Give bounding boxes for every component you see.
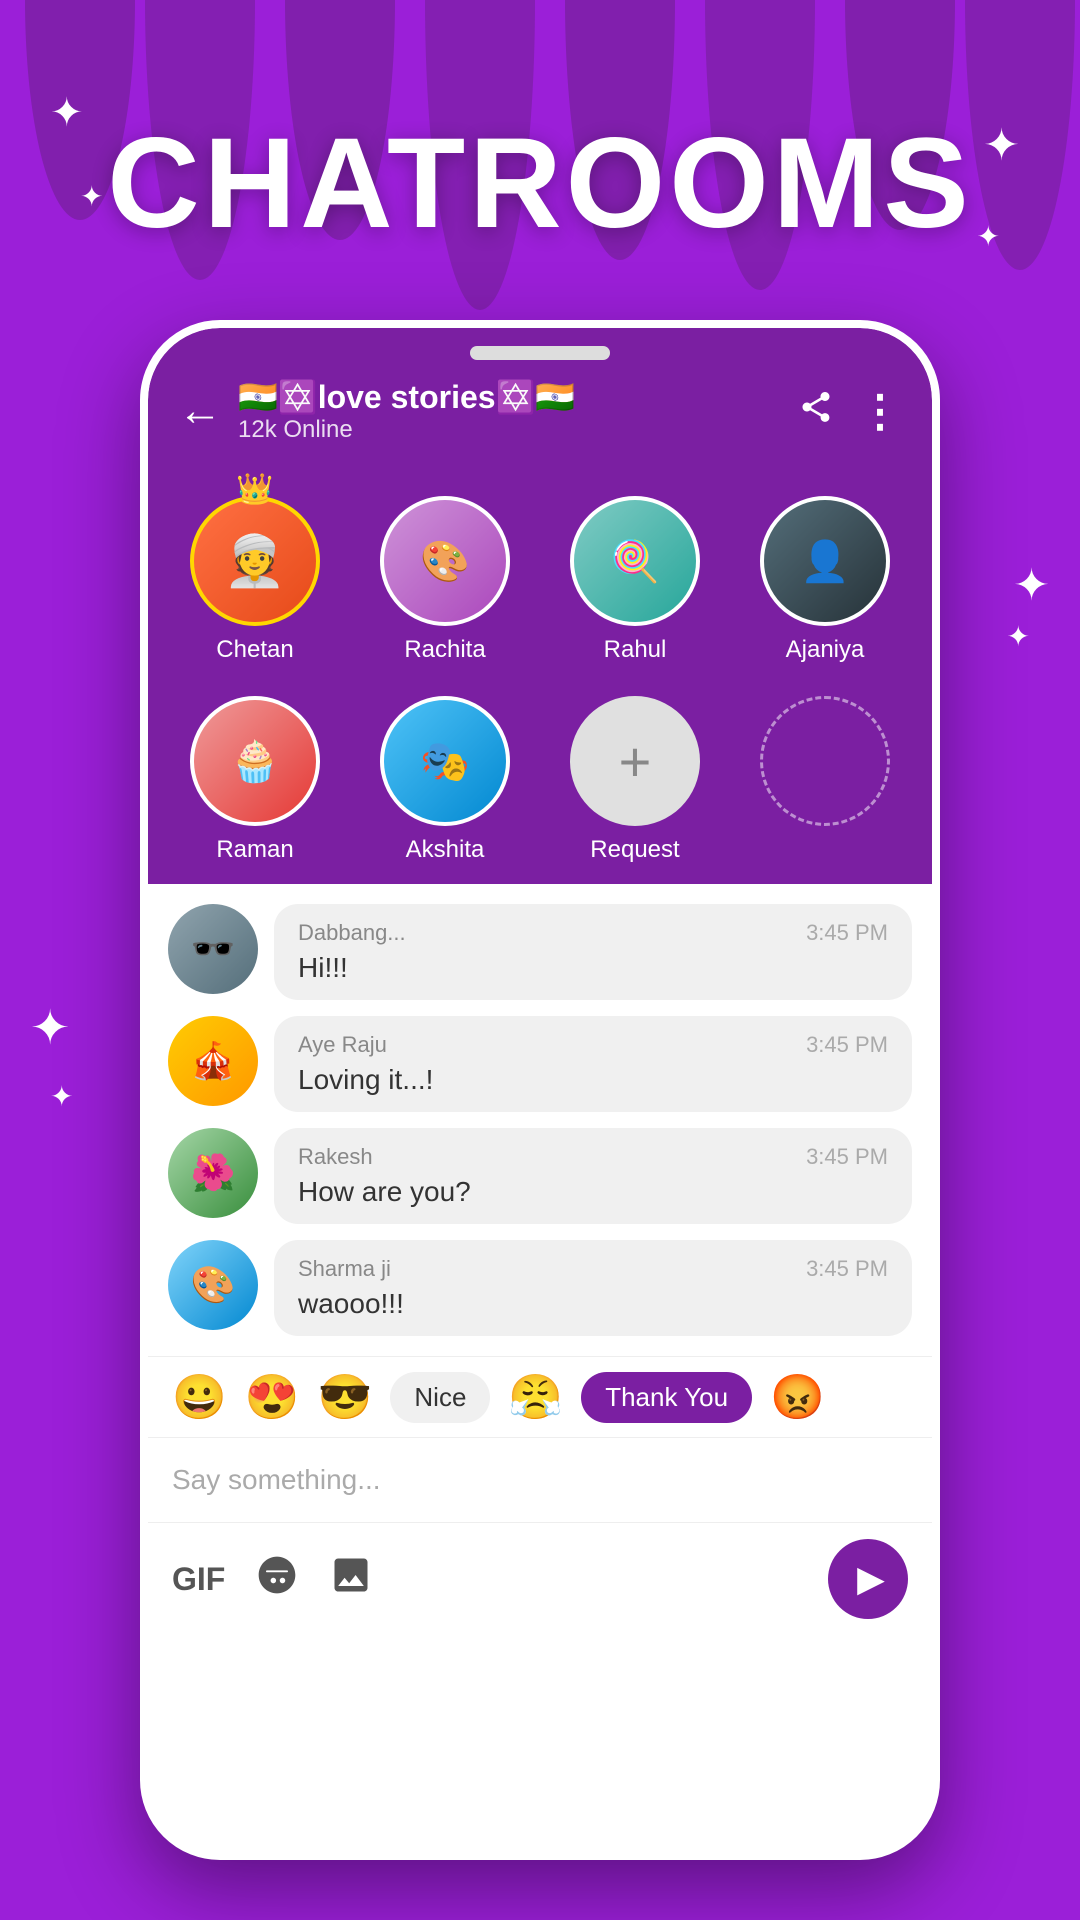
user-avatar-rahul: 🍭 [570, 496, 700, 626]
reaction-emoji-angry-face[interactable]: 😤 [508, 1371, 563, 1423]
reaction-emoji-happy[interactable]: 😀 [172, 1371, 227, 1423]
reaction-btn-nice[interactable]: Nice [390, 1372, 490, 1423]
quick-reactions: 😀 😍 😎 Nice 😤 Thank You 😡 [148, 1356, 932, 1437]
avatar-sharmaji: 🎨 [168, 1240, 258, 1330]
more-options-button[interactable]: ⋮ [858, 386, 902, 437]
sender-dabbang: Dabbang... [298, 920, 406, 946]
phone-mockup: ← 🇮🇳✡️love stories✡️🇮🇳 12k Online ⋮ [140, 320, 940, 1860]
user-avatar-raman: 🧁 [190, 696, 320, 826]
user-item-raman[interactable]: 🧁 Raman [168, 680, 342, 864]
time-sharmaji: 3:45 PM [806, 1256, 888, 1282]
back-button[interactable]: ← [178, 389, 222, 433]
user-name-akshita: Akshita [406, 836, 485, 864]
user-item-rachita[interactable]: 🎨 Rachita [358, 480, 532, 664]
online-count: 12k Online [238, 416, 782, 444]
text-sharmaji: waooo!!! [298, 1288, 888, 1320]
input-area: Say something... [148, 1437, 932, 1522]
bubble-sharmaji: Sharma ji 3:45 PM waooo!!! [274, 1240, 912, 1336]
avatar-dabbang: 🕶️ [168, 904, 258, 994]
bubble-ayeraju: Aye Raju 3:45 PM Loving it...! [274, 1016, 912, 1112]
star-decoration-7: ✦ [30, 1000, 70, 1056]
text-ayeraju: Loving it...! [298, 1064, 888, 1096]
gif-button[interactable]: GIF [172, 1561, 225, 1598]
user-name-chetan: Chetan [216, 636, 293, 664]
reaction-emoji-cool[interactable]: 😎 [318, 1371, 373, 1423]
user-item-rahul[interactable]: 🍭 Rahul [548, 480, 722, 664]
star-decoration-8: ✦ [50, 1080, 73, 1113]
message-row-sharmaji: 🎨 Sharma ji 3:45 PM waooo!!! [168, 1240, 912, 1336]
avatar-ayeraju: 🎪 [168, 1016, 258, 1106]
room-name: 🇮🇳✡️love stories✡️🇮🇳 [238, 378, 782, 416]
message-input[interactable]: Say something... [172, 1454, 908, 1506]
star-decoration-5: ✦ [1013, 560, 1050, 611]
crown-icon: 👑 [236, 472, 273, 507]
add-user-button[interactable]: + [570, 696, 700, 826]
header-info: 🇮🇳✡️love stories✡️🇮🇳 12k Online [238, 378, 782, 444]
user-name-raman: Raman [216, 836, 293, 864]
user-avatar-chetan: 👳 [190, 496, 320, 626]
empty-slot [760, 696, 890, 826]
sender-rakesh: Rakesh [298, 1144, 373, 1170]
text-rakesh: How are you? [298, 1176, 888, 1208]
message-row-dabbang: 🕶️ Dabbang... 3:45 PM Hi!!! [168, 904, 912, 1000]
user-avatar-rachita: 🎨 [380, 496, 510, 626]
time-ayeraju: 3:45 PM [806, 1032, 888, 1058]
user-item-chetan[interactable]: 👑 👳 Chetan [168, 480, 342, 664]
reaction-emoji-mad[interactable]: 😡 [770, 1371, 825, 1423]
users-grid: 👑 👳 Chetan 🎨 Rachita [168, 480, 912, 864]
sticker-button[interactable] [255, 1553, 299, 1605]
user-name-rachita: Rachita [404, 636, 485, 664]
bottom-toolbar: GIF ▶ [148, 1522, 932, 1649]
sender-sharmaji: Sharma ji [298, 1256, 391, 1282]
avatar-rakesh: 🌺 [168, 1128, 258, 1218]
send-icon: ▶ [857, 1558, 885, 1600]
star-decoration-6: ✦ [1007, 620, 1030, 653]
users-section: 👑 👳 Chetan 🎨 Rachita [148, 464, 932, 884]
phone-notch [470, 346, 610, 360]
share-button[interactable] [798, 389, 834, 434]
time-rakesh: 3:45 PM [806, 1144, 888, 1170]
header-actions: ⋮ [798, 386, 902, 437]
user-item-request[interactable]: + Request [548, 680, 722, 864]
user-item-empty [738, 680, 912, 864]
user-avatar-ajaniya: 👤 [760, 496, 890, 626]
user-name-rahul: Rahul [604, 636, 667, 664]
sender-ayeraju: Aye Raju [298, 1032, 387, 1058]
bubble-rakesh: Rakesh 3:45 PM How are you? [274, 1128, 912, 1224]
app-title: CHATROOMS [0, 110, 1080, 257]
send-button[interactable]: ▶ [828, 1539, 908, 1619]
user-name-ajaniya: Ajaniya [786, 636, 865, 664]
user-item-ajaniya[interactable]: 👤 Ajaniya [738, 480, 912, 664]
user-avatar-akshita: 🎭 [380, 696, 510, 826]
reaction-btn-thankyou[interactable]: Thank You [581, 1372, 752, 1423]
bubble-dabbang: Dabbang... 3:45 PM Hi!!! [274, 904, 912, 1000]
chat-messages: 🕶️ Dabbang... 3:45 PM Hi!!! 🎪 Aye [148, 884, 932, 1356]
message-row-rakesh: 🌺 Rakesh 3:45 PM How are you? [168, 1128, 912, 1224]
reaction-emoji-love[interactable]: 😍 [245, 1371, 300, 1423]
time-dabbang: 3:45 PM [806, 920, 888, 946]
user-item-akshita[interactable]: 🎭 Akshita [358, 680, 532, 864]
text-dabbang: Hi!!! [298, 952, 888, 984]
message-row-ayeraju: 🎪 Aye Raju 3:45 PM Loving it...! [168, 1016, 912, 1112]
image-button[interactable] [329, 1553, 373, 1605]
user-name-request: Request [590, 836, 679, 864]
